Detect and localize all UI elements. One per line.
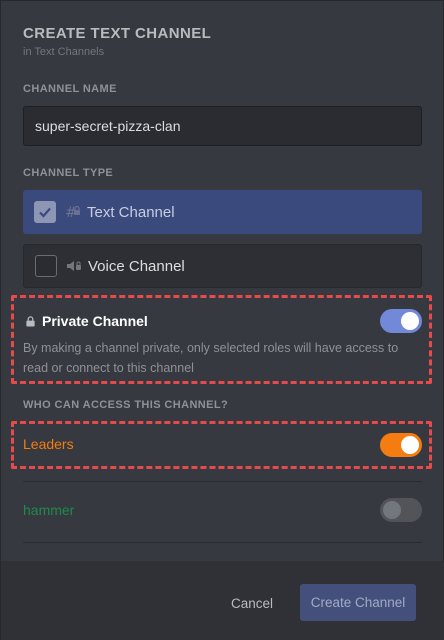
create-channel-modal: CREATE TEXT CHANNEL in Text Channels CHA… [0, 0, 444, 640]
channel-type-label: CHANNEL TYPE [23, 167, 114, 179]
leaders-highlight [11, 421, 432, 469]
private-channel-description: By making a channel private, only select… [23, 341, 399, 375]
text-channel-lock-icon: # [65, 204, 81, 220]
channel-name-label: CHANNEL NAME [23, 83, 117, 95]
text-channel-option[interactable]: # Text Channel [23, 190, 422, 234]
checkbox-unchecked[interactable] [35, 255, 57, 277]
toggle-knob [383, 501, 401, 519]
cancel-button[interactable]: Cancel [223, 585, 281, 621]
private-channel-toggle[interactable] [380, 309, 422, 333]
private-channel-title: Private Channel [25, 313, 148, 329]
voice-channel-lock-icon [66, 258, 82, 274]
create-channel-button[interactable]: Create Channel [300, 584, 416, 621]
channel-name-input[interactable] [23, 106, 422, 146]
lock-icon [25, 315, 36, 327]
role-divider [23, 542, 422, 543]
checkmark-icon [39, 207, 51, 218]
checkbox-checked[interactable] [34, 201, 56, 223]
modal-subtitle: in Text Channels [23, 46, 105, 58]
toggle-knob [401, 312, 419, 330]
text-channel-label: Text Channel [87, 203, 175, 221]
access-label: WHO CAN ACCESS THIS CHANNEL? [23, 399, 229, 411]
voice-channel-label: Voice Channel [88, 257, 185, 275]
private-channel-label: Private Channel [42, 313, 148, 329]
modal-title: CREATE TEXT CHANNEL [23, 25, 212, 42]
role-hammer-toggle[interactable] [380, 498, 422, 522]
role-leaders-toggle[interactable] [380, 433, 422, 457]
voice-channel-option[interactable]: Voice Channel [23, 244, 422, 288]
role-divider [23, 481, 422, 482]
role-hammer-label: hammer [23, 502, 75, 518]
toggle-knob [401, 436, 419, 454]
role-leaders-label: Leaders [23, 436, 74, 452]
